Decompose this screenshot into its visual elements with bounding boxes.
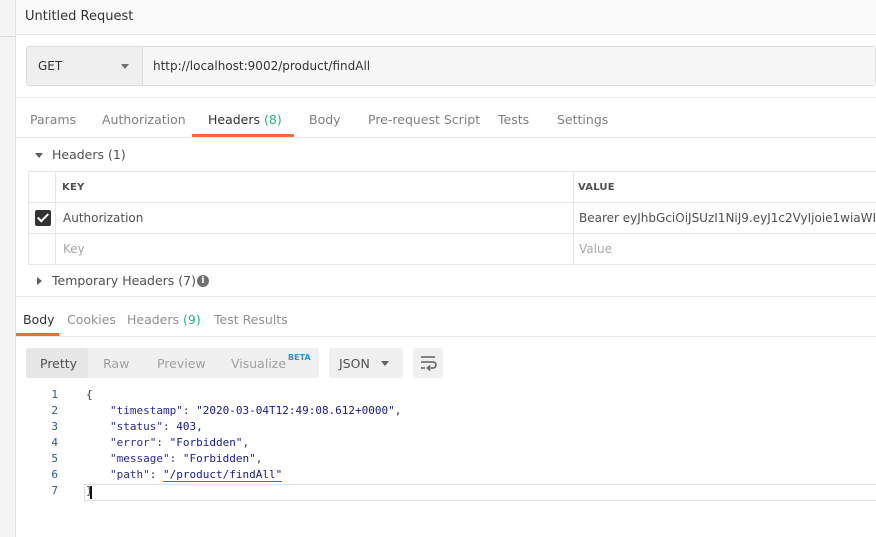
method-label: GET (38, 59, 63, 73)
response-tabs: Body Cookies Headers (9) Test Results (16, 297, 876, 337)
active-tab-indicator (192, 134, 294, 137)
sidebar-strip (0, 0, 16, 537)
line-number: 2 (51, 404, 58, 417)
tab-response-body[interactable]: Body (23, 312, 55, 327)
preview-button[interactable]: Preview (157, 356, 206, 371)
request-title-bar: Untitled Request (16, 0, 876, 35)
header-key-cell[interactable]: Authorization (63, 211, 143, 225)
key-column-label: KEY (62, 182, 85, 193)
tab-body[interactable]: Body (309, 112, 341, 127)
line-number: 3 (51, 420, 58, 433)
tab-tests[interactable]: Tests (498, 112, 529, 127)
wrap-lines-button[interactable] (413, 348, 443, 378)
json-value: "2020-03-04T12:49:08.612+0000" (196, 404, 395, 417)
json-value: 403 (176, 420, 197, 433)
tab-params[interactable]: Params (30, 112, 76, 127)
raw-button[interactable]: Raw (103, 356, 129, 371)
beta-badge: BETA (288, 353, 311, 362)
json-key: "path" (110, 468, 150, 481)
headers-table-header: KEY VALUE (28, 172, 876, 203)
request-tabs: Params Authorization Headers (8) Body Pr… (16, 97, 876, 138)
tab-authorization[interactable]: Authorization (102, 112, 186, 127)
method-select[interactable]: GET (27, 47, 143, 85)
visualize-button[interactable]: Visualize BETA (231, 353, 311, 372)
table-row-new: Key Value (28, 234, 876, 265)
tab-settings[interactable]: Settings (557, 112, 608, 127)
tab-cookies[interactable]: Cookies (67, 312, 116, 327)
value-column-label: VALUE (578, 182, 615, 193)
tab-test-results[interactable]: Test Results (214, 312, 288, 327)
tab-headers[interactable]: Headers (8) (208, 112, 282, 127)
json-key: "message" (110, 452, 170, 465)
tab-headers-count: (8) (264, 112, 282, 127)
response-body-editor[interactable]: 1{ 2 "timestamp": "2020-03-04T12:49:08.61… (26, 388, 876, 503)
temporary-headers-title[interactable]: Temporary Headers (7) (52, 273, 196, 288)
view-mode-group: Pretty Raw Preview Visualize BETA (26, 348, 319, 378)
pretty-button[interactable]: Pretty (40, 356, 77, 371)
expand-caret-icon[interactable] (37, 277, 42, 285)
info-icon[interactable]: i (197, 275, 209, 287)
wrap-lines-icon (421, 356, 437, 372)
line-number: 5 (51, 452, 58, 465)
tab-response-headers[interactable]: Headers (9) (127, 312, 201, 327)
new-value-input[interactable]: Value (579, 242, 612, 256)
url-bar: GET (26, 46, 876, 86)
json-value: "Forbidden" (182, 452, 256, 465)
tab-response-headers-label: Headers (127, 312, 180, 327)
active-response-tab-indicator (16, 333, 59, 336)
collapse-caret-icon[interactable] (35, 153, 43, 158)
header-value-cell[interactable]: Bearer eyJhbGciOiJSUzI1NiJ9.eyJ1c2VyIjoi… (579, 211, 875, 225)
chevron-down-icon (121, 64, 129, 69)
new-key-input[interactable]: Key (63, 242, 85, 256)
line-number: 7 (51, 484, 58, 497)
chevron-down-icon (381, 361, 389, 366)
json-key: "status" (110, 420, 163, 433)
json-key: "error" (110, 436, 157, 449)
headers-section-title[interactable]: Headers (1) (52, 147, 126, 162)
format-label: JSON (339, 356, 370, 371)
visualize-label: Visualize (231, 356, 287, 372)
headers-table: KEY VALUE Authorization Bearer eyJhbGciO… (28, 171, 876, 265)
text-cursor (90, 486, 92, 499)
json-value: "Forbidden" (169, 436, 243, 449)
tab-pre-request-script[interactable]: Pre-request Script (368, 112, 480, 127)
json-key: "timestamp" (110, 404, 183, 417)
json-value-link[interactable]: "/product/findAll" (163, 468, 283, 482)
tab-response-headers-count: (9) (183, 312, 201, 327)
header-enabled-checkbox[interactable] (35, 210, 51, 226)
line-number: 6 (51, 468, 58, 481)
table-row: Authorization Bearer eyJhbGciOiJSUzI1NiJ… (28, 203, 876, 234)
url-input[interactable] (143, 47, 875, 85)
line-number: 1 (51, 388, 58, 401)
line-number: 4 (51, 436, 58, 449)
format-select[interactable]: JSON (329, 348, 403, 378)
open-brace: { (86, 388, 93, 401)
tab-headers-label: Headers (208, 112, 261, 127)
request-title[interactable]: Untitled Request (25, 9, 133, 24)
